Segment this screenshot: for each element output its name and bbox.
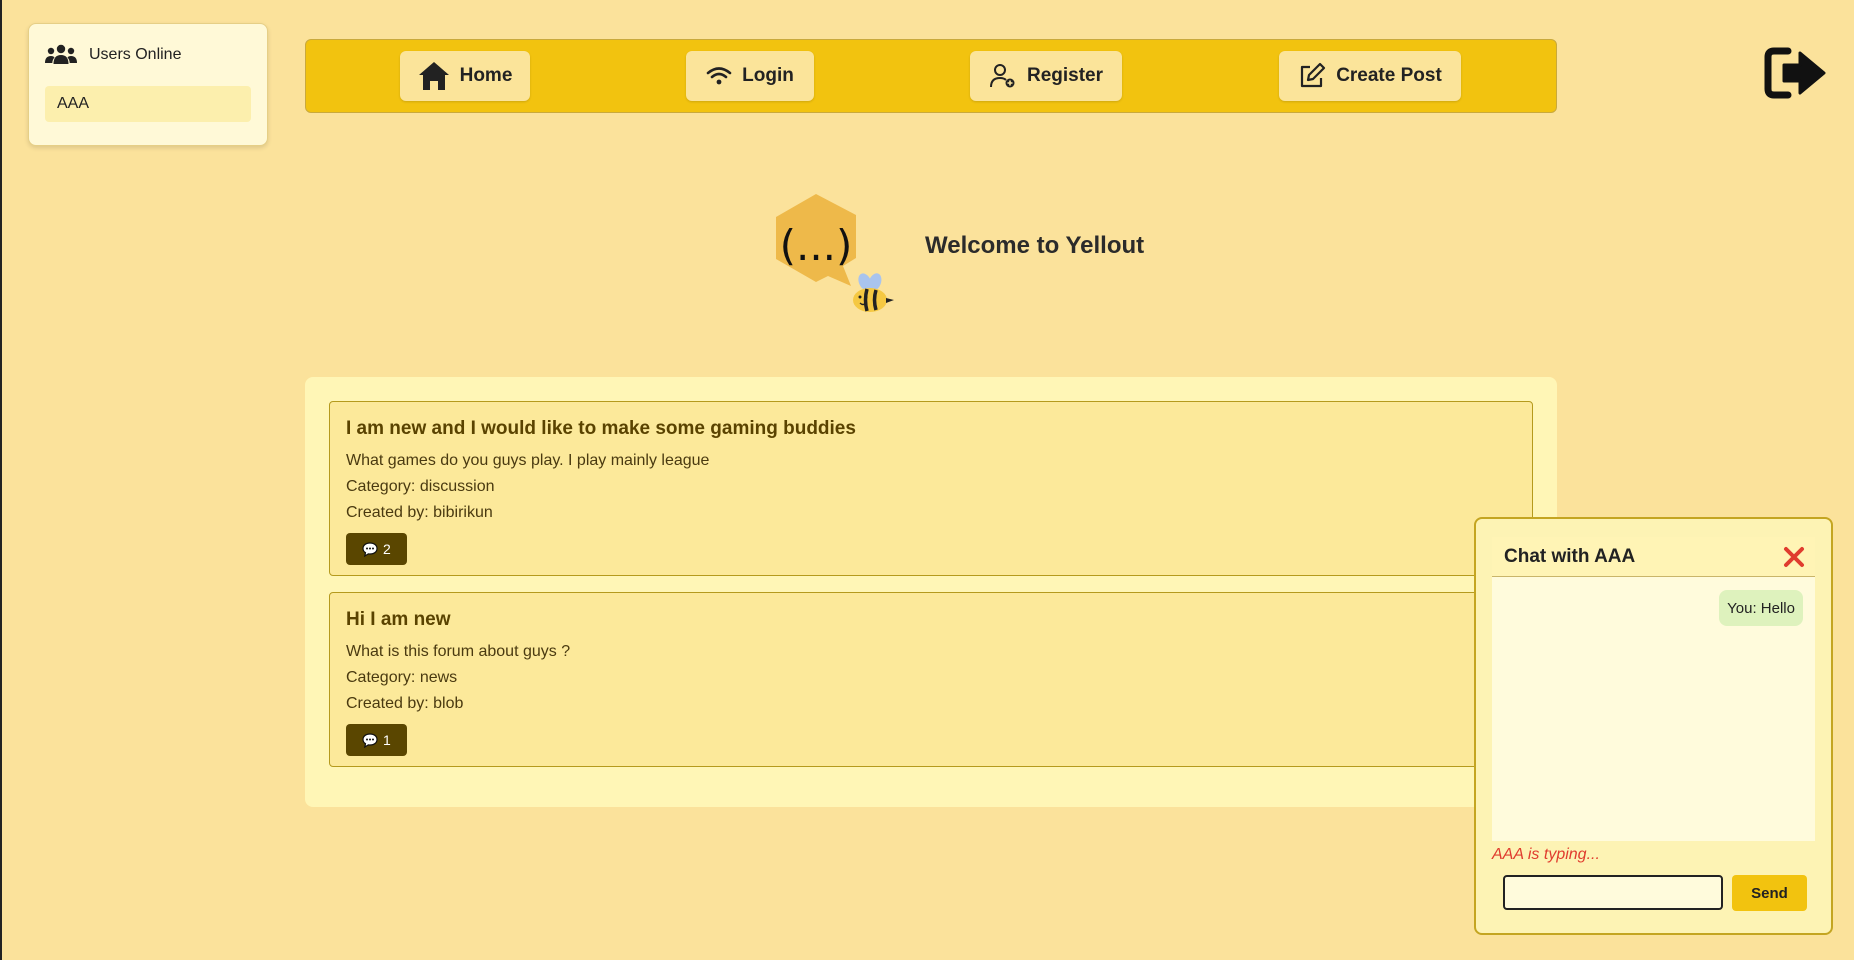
- users-online-panel: Users Online AAA: [28, 23, 268, 146]
- typing-indicator: AAA is typing...: [1492, 846, 1600, 863]
- logout-icon: [1764, 46, 1828, 100]
- navbar: Home Login Register Create Post: [305, 39, 1557, 113]
- post-title[interactable]: I am new and I would like to make some g…: [346, 418, 1516, 440]
- post-author: Created by: blob: [346, 695, 464, 712]
- post-category: Category: discussion: [346, 478, 495, 495]
- bee-icon: [853, 273, 894, 312]
- users-online-header: Users Online: [45, 44, 181, 66]
- chat-message-own: You: Hello: [1719, 590, 1803, 626]
- users-icon: [45, 44, 77, 66]
- logo-text: (...): [780, 221, 853, 270]
- post-author: Created by: bibirikun: [346, 504, 493, 521]
- users-online-title: Users Online: [89, 46, 182, 63]
- post-body: What is this forum about guys ?: [346, 643, 571, 660]
- home-label: Home: [459, 65, 513, 86]
- posts-list: I am new and I would like to make some g…: [305, 377, 1557, 807]
- register-label: Register: [1026, 65, 1104, 86]
- close-icon[interactable]: [1783, 546, 1805, 573]
- welcome-heading: Welcome to Yellout: [925, 232, 1145, 259]
- send-button[interactable]: Send: [1732, 875, 1807, 911]
- logout-button[interactable]: [1764, 46, 1828, 100]
- post-category: Category: news: [346, 669, 458, 686]
- home-icon: [418, 61, 450, 91]
- wifi-icon: [706, 66, 732, 86]
- chat-header: Chat with AAA: [1492, 537, 1815, 577]
- user-add-icon: [989, 62, 1017, 90]
- create-post-label: Create Post: [1336, 65, 1442, 86]
- comment-count: 1: [383, 732, 391, 748]
- create-post-button[interactable]: Create Post: [1279, 51, 1461, 101]
- login-button[interactable]: Login: [686, 51, 814, 101]
- speech-bubble-icon: [362, 541, 378, 557]
- home-button[interactable]: Home: [400, 51, 530, 101]
- chat-window: Chat with AAA You: Hello AAA is typing..…: [1474, 517, 1833, 935]
- post-title[interactable]: Hi I am new: [346, 609, 1516, 631]
- chat-messages: You: Hello: [1492, 577, 1815, 841]
- post-body: What games do you guys play. I play main…: [346, 452, 710, 469]
- chat-title: Chat with AAA: [1504, 546, 1636, 567]
- online-user-item[interactable]: AAA: [45, 86, 251, 122]
- chat-message-input[interactable]: [1503, 875, 1723, 910]
- post-card[interactable]: I am new and I would like to make some g…: [329, 401, 1533, 576]
- yellout-logo: (...): [762, 190, 898, 320]
- speech-bubble-icon: [362, 732, 378, 748]
- comments-button[interactable]: 1: [346, 724, 407, 756]
- edit-icon: [1298, 62, 1326, 90]
- comments-button[interactable]: 2: [346, 533, 407, 565]
- comment-count: 2: [383, 541, 391, 557]
- post-card[interactable]: Hi I am new What is this forum about guy…: [329, 592, 1533, 767]
- register-button[interactable]: Register: [970, 51, 1122, 101]
- login-label: Login: [742, 65, 794, 86]
